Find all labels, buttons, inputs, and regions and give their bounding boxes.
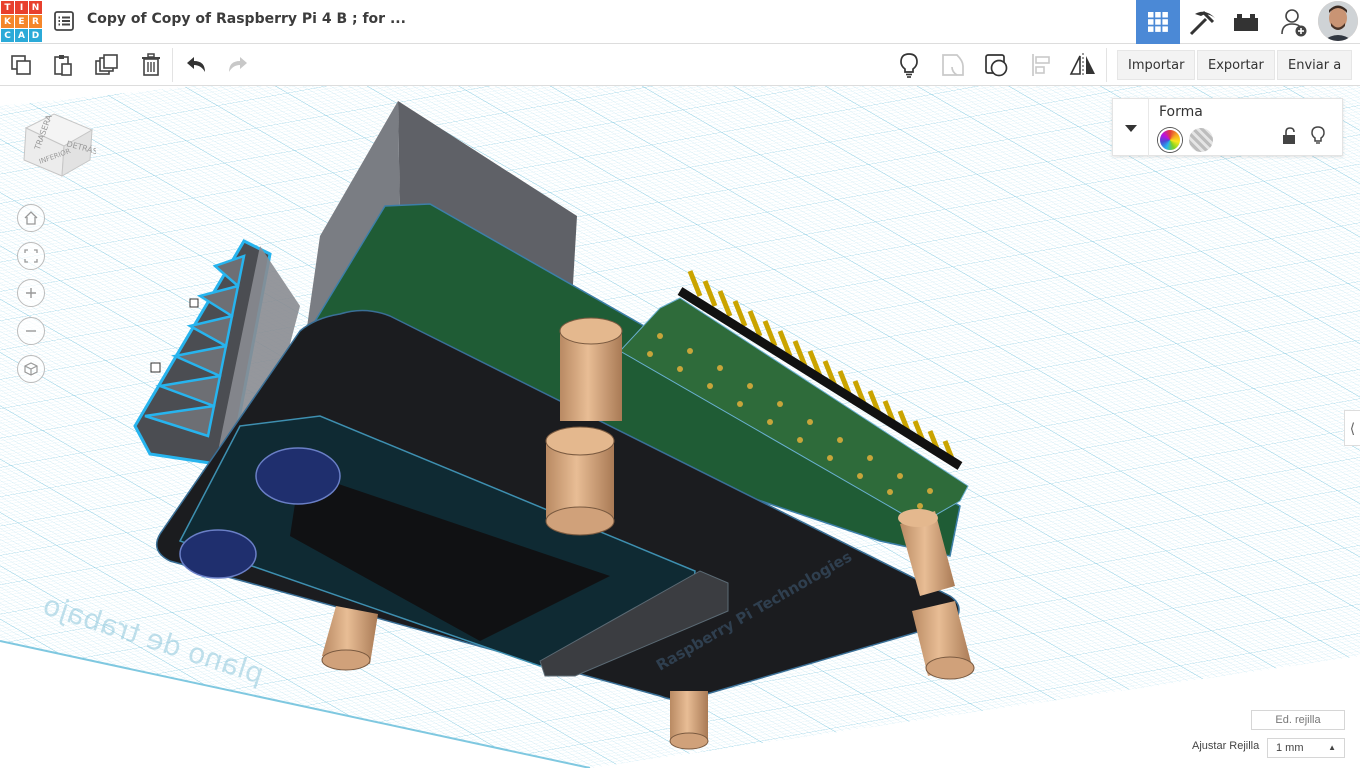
zoom-out-button[interactable] <box>17 317 45 345</box>
add-user-icon <box>1281 9 1307 37</box>
logo-letter: K <box>1 15 14 28</box>
view-cube[interactable]: TRASERA DETRÁS INFERIOR <box>18 100 99 178</box>
top-header: T I N K E R C A D Copy of Copy of Raspbe… <box>0 0 1360 44</box>
ungroup-icon <box>985 54 1008 77</box>
home-view-button[interactable] <box>17 204 45 232</box>
perspective-button[interactable] <box>17 355 45 383</box>
bricks-icon <box>1234 14 1258 31</box>
logo-letter: D <box>29 29 42 42</box>
design-list-icon[interactable] <box>53 10 75 32</box>
design-title[interactable]: Copy of Copy of Raspberry Pi 4 B ; for .… <box>87 11 406 27</box>
snap-grid-value: 1 mm <box>1276 742 1304 754</box>
group-icon <box>942 54 964 76</box>
collapse-panel-button[interactable] <box>1113 99 1149 157</box>
unlock-icon <box>1283 127 1295 144</box>
toolbar-divider <box>1106 48 1107 82</box>
duplicate-icon <box>95 54 118 75</box>
standoff <box>559 317 623 421</box>
3d-workplane[interactable]: plano de trabajo Raspberry Pi Technologi… <box>0 86 1360 768</box>
chevron-left-icon: ⟨ <box>1349 419 1356 436</box>
select-caret-icon: ▲ <box>1328 743 1336 752</box>
undo-icon <box>187 57 205 72</box>
home-icon <box>24 211 38 225</box>
3d-design-view-icon <box>1148 12 1168 32</box>
lightbulb-icon <box>1311 126 1325 144</box>
visibility-button[interactable] <box>1310 126 1326 151</box>
group-button[interactable] <box>938 50 968 80</box>
hole-swatch[interactable] <box>1189 128 1213 152</box>
user-avatar[interactable] <box>1318 1 1358 41</box>
paste-icon <box>54 55 72 76</box>
send-to-button[interactable]: Enviar a <box>1277 50 1353 80</box>
redo-button[interactable] <box>223 50 253 80</box>
share-add-user-button[interactable] <box>1272 0 1316 44</box>
lock-button[interactable] <box>1281 127 1297 150</box>
lightbulb-icon <box>900 53 918 78</box>
delete-button[interactable] <box>136 50 166 80</box>
logo-letter: N <box>29 1 42 14</box>
mirror-icon <box>1069 53 1095 77</box>
logo-letter: E <box>15 15 28 28</box>
align-button[interactable] <box>1026 50 1056 80</box>
workplane-scene[interactable]: plano de trabajo Raspberry Pi Technologi… <box>0 86 1360 768</box>
paste-button[interactable] <box>48 50 78 80</box>
logo-letter: I <box>15 1 28 14</box>
edit-grid-button[interactable]: Ed. rejilla <box>1251 710 1345 730</box>
toolbar-divider <box>172 48 173 82</box>
trash-icon <box>142 53 160 76</box>
logo-letter: C <box>1 29 14 42</box>
mirror-button[interactable] <box>1068 50 1098 80</box>
tinkercad-logo[interactable]: T I N K E R C A D <box>0 0 42 42</box>
3d-design-view-button[interactable] <box>1136 0 1180 44</box>
edit-toolbar: Importar Exportar Enviar a <box>0 44 1360 86</box>
plus-icon <box>26 288 36 298</box>
solid-color-swatch[interactable] <box>1158 128 1182 152</box>
export-button[interactable]: Exportar <box>1197 50 1275 80</box>
shape-inspector-panel: Forma <box>1112 98 1343 157</box>
resize-handle[interactable] <box>150 362 161 373</box>
standoff <box>669 691 709 750</box>
fit-view-button[interactable] <box>17 242 45 270</box>
ungroup-button[interactable] <box>982 50 1012 80</box>
snap-grid-select[interactable]: 1 mm ▲ <box>1267 738 1345 758</box>
copy-icon <box>11 55 31 75</box>
logo-letter: T <box>1 1 14 14</box>
usb-port <box>179 529 257 579</box>
undo-button[interactable] <box>181 50 211 80</box>
snap-grid-label: Ajustar Rejilla <box>1192 740 1260 752</box>
standoff <box>545 426 615 536</box>
cube-icon <box>24 362 38 376</box>
resize-handle[interactable] <box>189 298 199 308</box>
caret-down-icon <box>1124 125 1137 132</box>
copy-button[interactable] <box>6 50 36 80</box>
blocks-view-button[interactable] <box>1180 0 1224 44</box>
redo-icon <box>229 57 247 72</box>
show-all-button[interactable] <box>894 50 924 80</box>
zoom-in-button[interactable] <box>17 279 45 307</box>
expand-panel-tab[interactable]: ⟨ <box>1344 410 1360 446</box>
import-button[interactable]: Importar <box>1117 50 1196 80</box>
logo-letter: R <box>29 15 42 28</box>
minus-icon <box>26 330 36 332</box>
usb-port <box>255 447 341 505</box>
duplicate-button[interactable] <box>92 50 122 80</box>
shape-panel-title: Forma <box>1159 104 1203 120</box>
logo-letter: A <box>15 29 28 42</box>
bricks-view-button[interactable] <box>1224 0 1268 44</box>
align-icon <box>1032 54 1050 76</box>
fit-view-icon <box>24 249 38 263</box>
pickaxe-icon <box>1189 10 1215 36</box>
